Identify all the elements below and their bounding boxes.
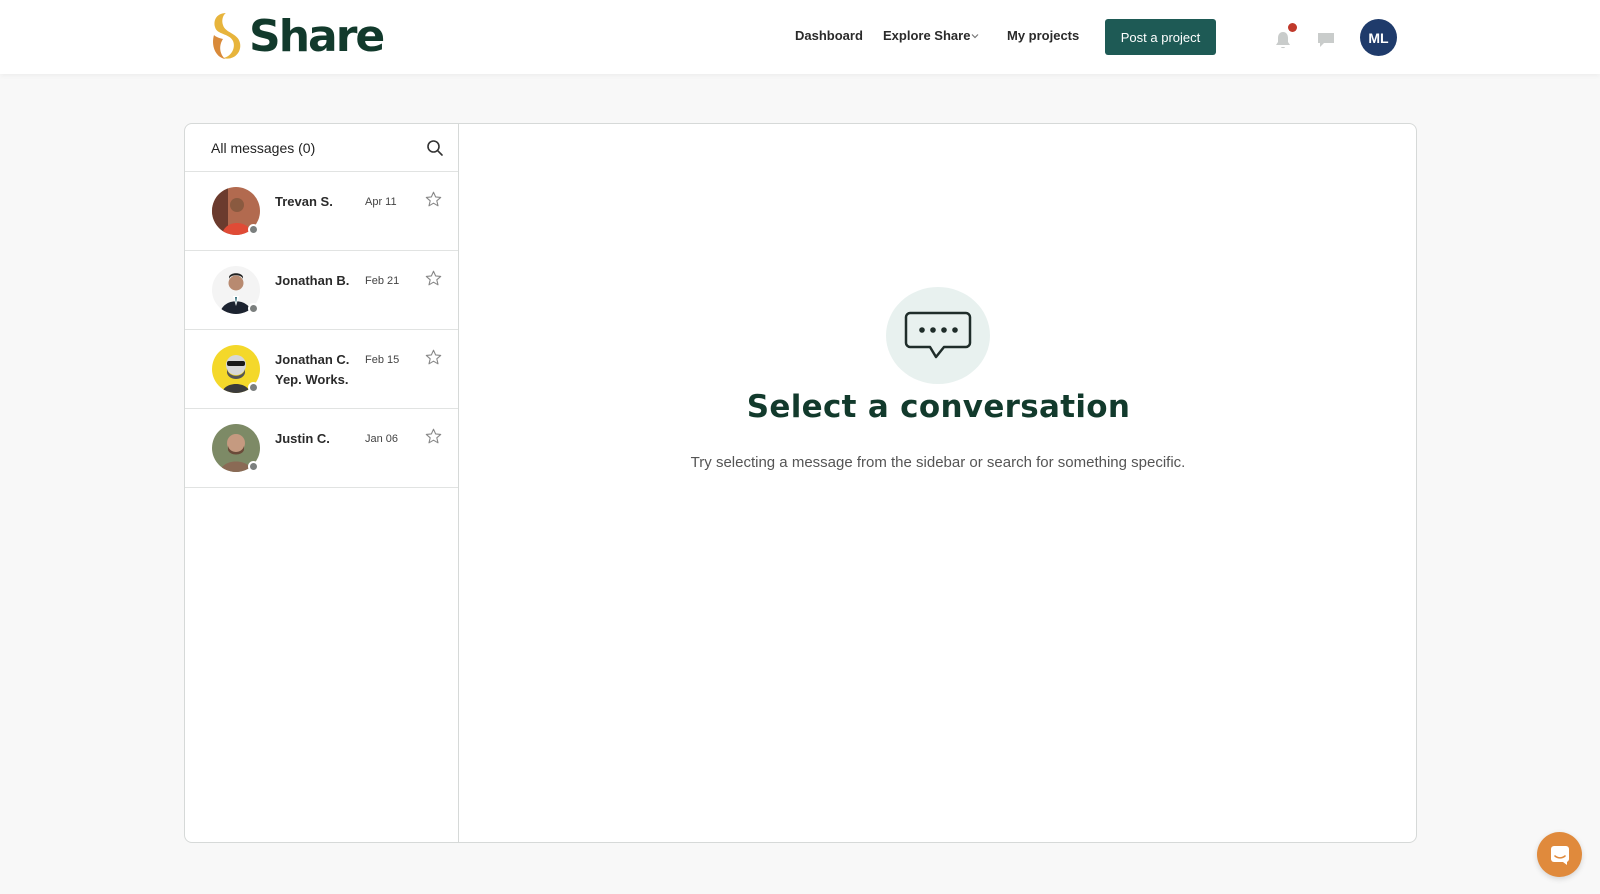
star-icon[interactable] <box>425 349 442 366</box>
conversation-name: Trevan S. <box>275 194 333 209</box>
messages-icon[interactable] <box>1316 31 1336 49</box>
conversation-sidebar: All messages (0) Trevan S. Apr 11 Jonath… <box>185 124 459 842</box>
sidebar-header: All messages (0) <box>185 124 458 172</box>
conversation-date: Jan 06 <box>365 433 399 445</box>
logo-text: Share <box>249 10 385 62</box>
all-messages-title: All messages (0) <box>211 139 316 156</box>
conversation-preview: Yep. Works. <box>275 372 349 387</box>
messages-panel: All messages (0) Trevan S. Apr 11 Jonath… <box>184 123 1417 843</box>
conversation-item[interactable]: Jonathan C. Yep. Works. Feb 15 <box>185 330 458 409</box>
nav-explore-share[interactable]: Explore Share <box>883 28 970 43</box>
nav-dashboard[interactable]: Dashboard <box>795 28 863 43</box>
chevron-down-icon[interactable] <box>971 33 979 39</box>
empty-state-title: Select a conversation <box>746 389 1131 425</box>
star-icon[interactable] <box>425 191 442 208</box>
presence-dot <box>248 303 259 314</box>
star-icon[interactable] <box>425 428 442 445</box>
empty-state-description: Try selecting a message from the sidebar… <box>690 454 1186 471</box>
empty-state-illustration <box>886 287 990 384</box>
post-project-button[interactable]: Post a project <box>1105 19 1216 55</box>
conversation-name: Justin C. <box>275 431 330 446</box>
share-logo[interactable]: Share <box>209 10 385 62</box>
conversation-name: Jonathan C. <box>275 352 350 367</box>
logo-mark-icon <box>213 13 241 59</box>
conversation-item[interactable]: Jonathan B. Feb 21 <box>185 251 458 330</box>
nav-my-projects[interactable]: My projects <box>1007 28 1079 43</box>
conversation-date: Apr 11 <box>365 196 397 208</box>
top-navbar: Share Dashboard Explore Share My project… <box>0 0 1600 74</box>
chat-bubble-icon <box>904 311 972 358</box>
star-icon[interactable] <box>425 270 442 287</box>
empty-conversation-state: Select a conversation Try selecting a me… <box>459 124 1416 842</box>
conversation-date: Feb 15 <box>365 354 400 366</box>
help-chat-button[interactable] <box>1537 832 1582 877</box>
presence-dot <box>248 461 259 472</box>
conversation-date: Feb 21 <box>365 275 400 287</box>
conversation-item[interactable]: Trevan S. Apr 11 <box>185 172 458 251</box>
notification-badge <box>1288 23 1297 32</box>
presence-dot <box>248 224 259 235</box>
user-avatar[interactable]: ML <box>1360 19 1397 56</box>
presence-dot <box>248 382 259 393</box>
conversation-item[interactable]: Justin C. Jan 06 <box>185 409 458 488</box>
conversation-name: Jonathan B. <box>275 273 350 288</box>
search-icon[interactable] <box>426 139 444 157</box>
chat-launcher-icon <box>1550 845 1569 865</box>
bell-icon[interactable] <box>1274 30 1292 50</box>
